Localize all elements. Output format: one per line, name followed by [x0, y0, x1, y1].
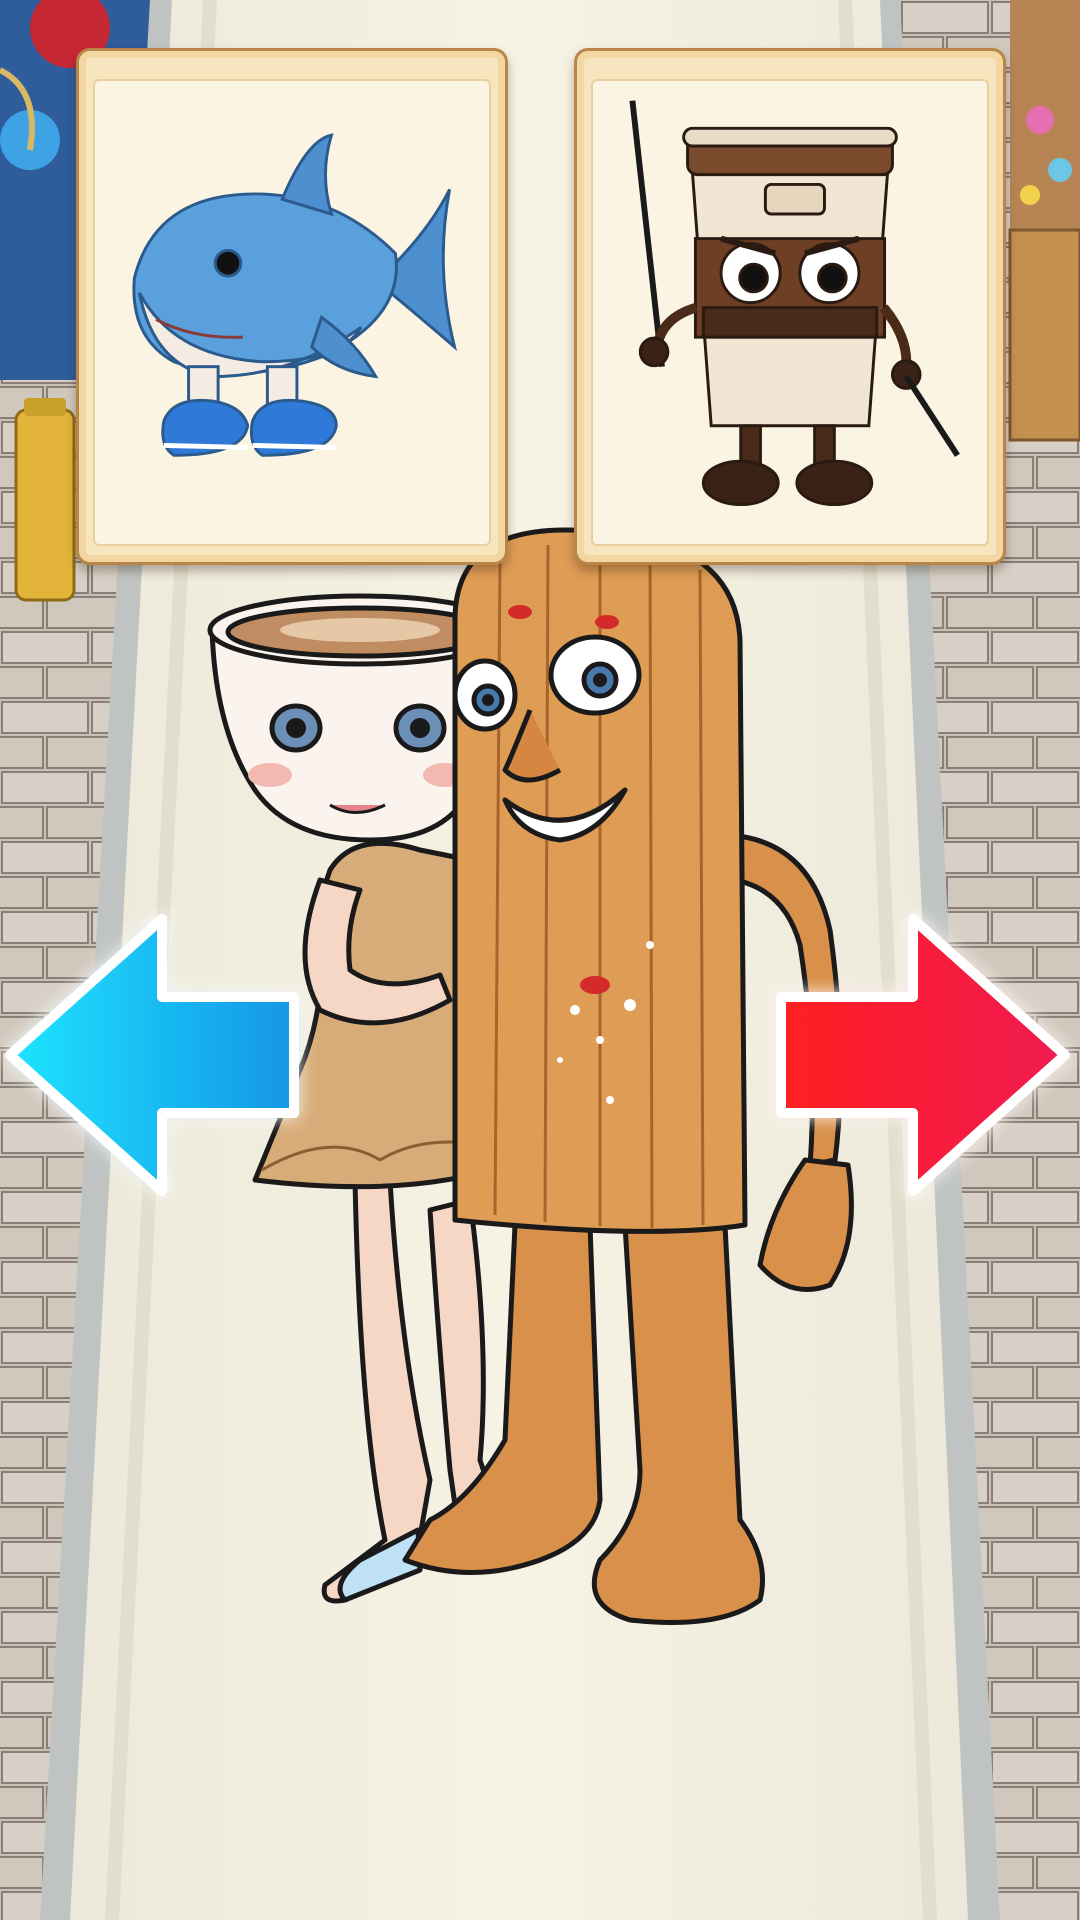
coffee-cup-warrior-image — [629, 100, 960, 507]
choice-card-left[interactable] — [76, 48, 508, 565]
shark-plush-image — [132, 133, 458, 457]
right-arrow-icon — [776, 914, 1070, 1196]
choice-card-right[interactable] — [574, 48, 1006, 565]
card-image-frame — [93, 79, 491, 546]
left-arrow-icon — [5, 914, 299, 1196]
card-image-frame — [591, 79, 989, 546]
swipe-left-arrow[interactable] — [2, 905, 302, 1205]
swipe-right-arrow[interactable] — [773, 905, 1073, 1205]
